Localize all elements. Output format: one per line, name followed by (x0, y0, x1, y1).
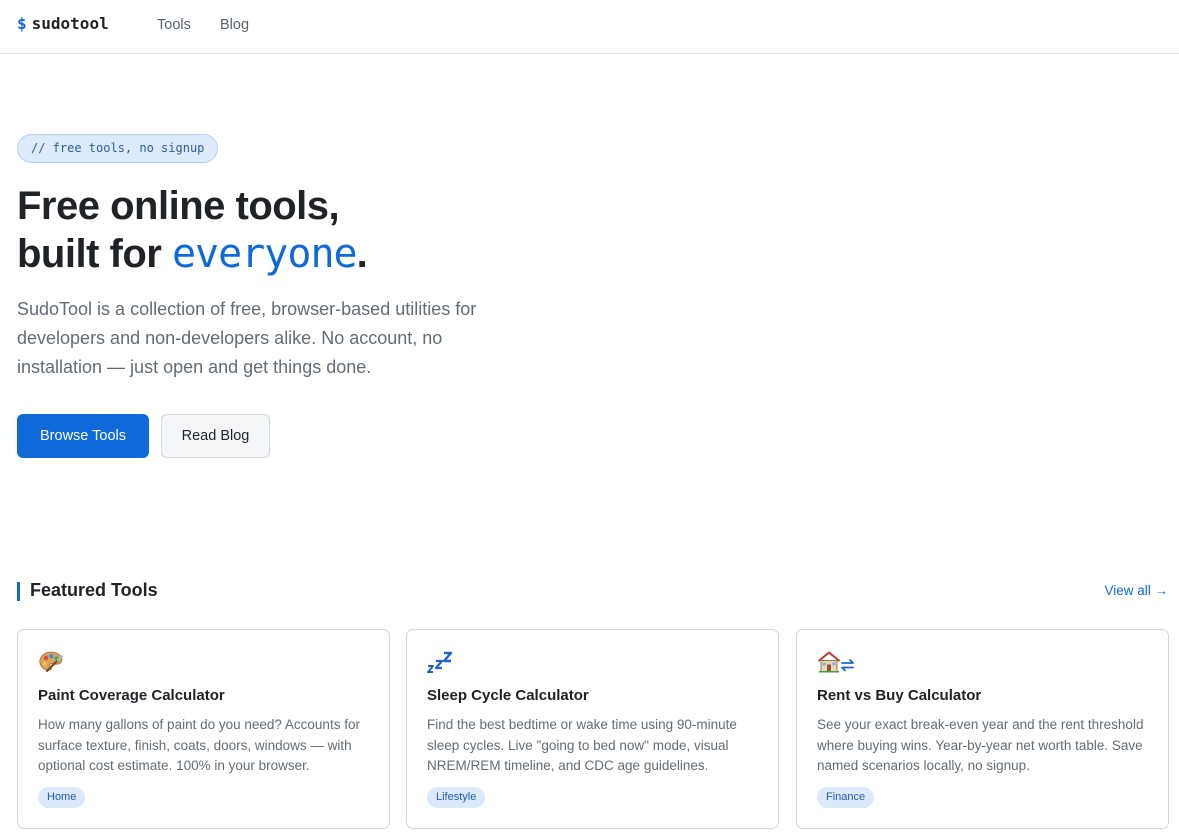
zzz-sleep-icon (427, 650, 467, 674)
hero-title-line2-prefix: built for (17, 232, 172, 276)
paint-palette-icon (38, 650, 78, 674)
read-blog-button[interactable]: Read Blog (161, 414, 270, 458)
category-tag-home: Home (38, 787, 86, 808)
tool-card-paint-coverage[interactable]: Paint Coverage Calculator How many gallo… (17, 629, 390, 829)
tool-card-rent-vs-buy[interactable]: Rent vs Buy Calculator See your exact br… (796, 629, 1169, 829)
logo-symbol: $ (17, 14, 27, 33)
section-accent-bar (17, 582, 20, 601)
logo-text: sudotool (31, 14, 109, 33)
tool-card-sleep-cycle[interactable]: Sleep Cycle Calculator Find the best bed… (406, 629, 779, 829)
category-tag-lifestyle: Lifestyle (427, 787, 486, 808)
card-description: Find the best bedtime or wake time using… (427, 717, 737, 773)
card-description: See your exact break-even year and the r… (817, 717, 1144, 773)
hero-title-line1: Free online tools, (17, 184, 340, 228)
nav-link-blog[interactable]: Blog (220, 17, 249, 33)
section-title: Featured Tools (30, 580, 158, 600)
category-tag-finance: Finance (817, 787, 875, 808)
hero-title-accent: everyone (171, 231, 358, 277)
card-title: Rent vs Buy Calculator (817, 687, 982, 704)
top-navigation: $ sudotool Tools Blog (0, 0, 1179, 54)
house-exchange-icon (817, 650, 857, 674)
hero-pill-badge: // free tools, no signup (17, 134, 219, 163)
hero-title-line2-suffix: . (356, 232, 368, 276)
hero-title: Free online tools, built for everyone. (17, 182, 368, 278)
card-title: Paint Coverage Calculator (38, 687, 225, 704)
browse-tools-button[interactable]: Browse Tools (17, 414, 149, 458)
site-logo[interactable]: $ sudotool (17, 14, 109, 33)
hero-description: SudoTool is a collection of free, browse… (17, 299, 477, 377)
card-title: Sleep Cycle Calculator (427, 687, 589, 704)
nav-link-tools[interactable]: Tools (157, 17, 191, 33)
card-description: How many gallons of paint do you need? A… (38, 717, 360, 773)
view-all-link[interactable]: View all → (1104, 583, 1168, 598)
